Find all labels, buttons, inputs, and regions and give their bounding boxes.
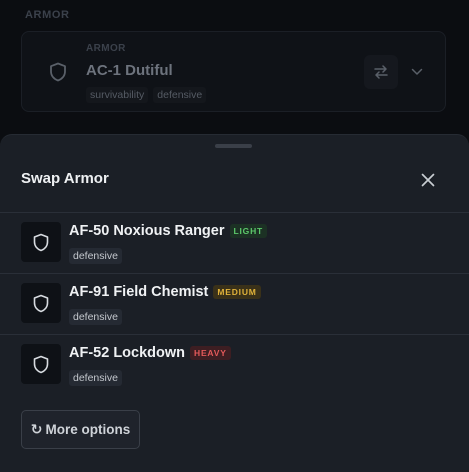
shield-icon: [21, 283, 61, 323]
armor-option-name: AF-52 Lockdown: [69, 345, 186, 361]
shield-icon: [40, 54, 76, 90]
section-label: ARMOR: [25, 9, 70, 21]
sheet-title: Swap Armor: [21, 170, 109, 187]
armor-option-name: AF-50 Noxious Ranger: [69, 223, 225, 239]
armor-option-name: AF-91 Field Chemist: [69, 284, 209, 300]
shield-icon: [21, 222, 61, 262]
swap-sheet: Swap Armor AF-50 Noxious Ranger LIGHT de…: [0, 134, 469, 472]
armor-option[interactable]: AF-50 Noxious Ranger LIGHT defensive: [0, 213, 469, 274]
equipped-category: ARMOR: [86, 43, 126, 54]
equipped-tag: survivability: [86, 87, 149, 103]
sheet-grabber[interactable]: [215, 144, 252, 148]
weight-badge: MEDIUM: [213, 284, 261, 300]
armor-option[interactable]: AF-91 Field Chemist MEDIUM defensive: [0, 274, 469, 335]
armor-option-name-row: AF-50 Noxious Ranger LIGHT: [69, 223, 267, 239]
armor-option[interactable]: AF-52 Lockdown HEAVY defensive: [0, 335, 469, 396]
armor-options-list: AF-50 Noxious Ranger LIGHT defensive AF-…: [0, 213, 469, 396]
weight-badge: HEAVY: [190, 345, 231, 361]
refresh-icon: ↻: [30, 421, 43, 437]
page: ARMOR ARMOR AC-1 Dutiful survivability d…: [0, 0, 469, 472]
chevron-down-icon: [411, 68, 423, 75]
swap-arrows-icon: [374, 65, 388, 79]
shield-icon: [21, 344, 61, 384]
more-options-label: More options: [45, 422, 131, 437]
more-options-button[interactable]: ↻ More options: [21, 410, 140, 449]
armor-option-name-row: AF-91 Field Chemist MEDIUM: [69, 284, 261, 300]
close-icon: [421, 173, 435, 187]
equipped-name: AC-1 Dutiful: [86, 62, 173, 79]
equipped-tags: survivability defensive: [86, 87, 207, 103]
equipped-armor-card: ARMOR AC-1 Dutiful survivability defensi…: [21, 31, 446, 112]
expand-button[interactable]: [407, 62, 427, 82]
armor-option-name-row: AF-52 Lockdown HEAVY: [69, 345, 231, 361]
swap-button[interactable]: [364, 55, 398, 89]
close-button[interactable]: [416, 168, 440, 192]
armor-option-tag: defensive: [69, 370, 122, 386]
armor-option-tag: defensive: [69, 309, 122, 325]
equipped-tag: defensive: [153, 87, 207, 103]
armor-option-tag: defensive: [69, 248, 122, 264]
weight-badge: LIGHT: [229, 223, 267, 239]
